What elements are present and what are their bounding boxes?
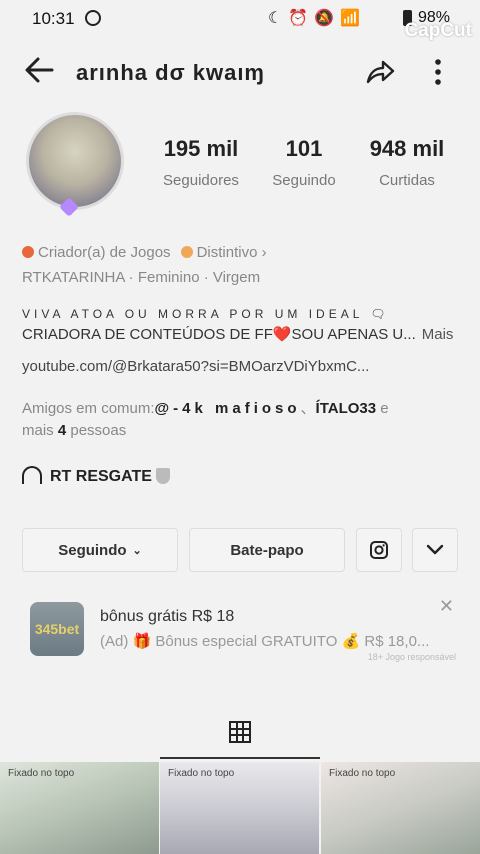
profile-header: arınha dσ kwaıɱ	[0, 50, 480, 94]
chat-button-label: Bate-papo	[230, 541, 304, 559]
grid-tab-icon[interactable]	[228, 720, 252, 744]
video-thumbnail-3[interactable]: Fixado no topo	[321, 762, 480, 854]
instagram-button[interactable]	[356, 528, 402, 572]
mutual-separator: 、	[300, 400, 316, 417]
whatsapp-icon	[85, 10, 101, 26]
stat-likes[interactable]: 948 mil Curtidas	[364, 136, 450, 189]
profile-avatar[interactable]	[26, 112, 124, 210]
pinned-label: Fixado no topo	[168, 768, 235, 779]
following-button-label: Seguindo	[58, 541, 127, 559]
chevron-down-icon	[426, 544, 444, 555]
more-options-icon[interactable]	[428, 54, 448, 90]
video-thumbnail-2[interactable]: Fixado no topo	[160, 762, 319, 854]
bio-more-link[interactable]: Mais	[422, 326, 454, 343]
shield-icon	[155, 468, 170, 484]
status-time: 10:31	[32, 9, 75, 28]
creator-info: Criador(a) de Jogos Distintivo ›	[22, 244, 267, 261]
followers-count: 195 mil	[163, 136, 239, 161]
mutual-suffix: e	[376, 400, 389, 417]
active-tab-indicator	[160, 757, 320, 759]
chevron-down-icon: ⌄	[132, 544, 142, 557]
ad-title: bônus grátis R$ 18	[100, 608, 235, 625]
mutual-count: 4	[57, 422, 67, 439]
likes-count: 948 mil	[369, 136, 445, 161]
mutual-prefix: Amigos em comum:	[22, 400, 155, 417]
capcut-watermark: CapCut	[404, 20, 472, 41]
ad-logo: 345bet	[30, 602, 84, 656]
ad-card[interactable]: 345bet bônus grátis R$ 18 (Ad) 🎁 Bônus e…	[18, 590, 462, 666]
back-arrow-icon[interactable]	[20, 50, 60, 90]
mutual-more-prefix: mais	[22, 422, 58, 439]
likes-label: Curtidas	[379, 172, 435, 189]
close-icon[interactable]: ✕	[439, 596, 454, 617]
following-label: Seguindo	[272, 172, 336, 189]
creator-category[interactable]: Criador(a) de Jogos	[38, 244, 171, 261]
pinned-label: Fixado no topo	[329, 768, 396, 779]
group-name: RT RESGATE	[50, 468, 152, 485]
chat-button[interactable]: Bate-papo	[189, 528, 345, 572]
creator-badge-icon	[22, 246, 34, 258]
ad-disclaimer: 18+ Jogo responsável	[367, 652, 456, 662]
video-thumbnail-1[interactable]: Fixado no topo	[0, 762, 159, 854]
mutual-friend-1: @-4k mafioso	[154, 400, 301, 417]
group-icon	[22, 466, 42, 484]
share-icon[interactable]	[362, 54, 398, 90]
followers-label: Seguidores	[163, 172, 239, 189]
profile-link[interactable]: youtube.com/@Brkatara50?si=BMOarzVDiYbxm…	[22, 358, 369, 375]
stat-following[interactable]: 101 Seguindo	[266, 136, 342, 189]
pinned-label: Fixado no topo	[8, 768, 75, 779]
bio-line-1: VIVA ATOA OU MORRA POR UM IDEAL 🗨	[22, 307, 390, 321]
mutual-more-suffix: pessoas	[66, 422, 127, 439]
bio-line-2: CRIADORA DE CONTEÚDOS DE FF❤️SOU APENAS …	[22, 325, 453, 343]
following-button[interactable]: Seguindo ⌄	[22, 528, 178, 572]
mutual-friends[interactable]: Amigos em comum:@-4k mafioso、ÍTALO33 e m…	[22, 398, 462, 442]
profile-meta: RTKATARINHA · Feminino · Virgem	[22, 269, 261, 286]
expand-button[interactable]	[412, 528, 458, 572]
ad-subtitle: (Ad) 🎁 Bônus especial GRATUITO 💰 R$ 18,0…	[100, 633, 430, 650]
bio-text: CRIADORA DE CONTEÚDOS DE FF❤️SOU APENAS …	[22, 326, 416, 343]
chevron-right-icon: ›	[257, 244, 267, 261]
following-count: 101	[285, 136, 323, 161]
group-link[interactable]: RT RESGATE	[22, 466, 170, 486]
badge-link[interactable]: Distintivo	[197, 244, 258, 261]
badge-icon	[180, 246, 193, 258]
stat-followers[interactable]: 195 mil Seguidores	[158, 136, 244, 189]
mutual-friend-2: ÍTALO33	[315, 400, 377, 417]
status-icons: ☾⏰🔕📶	[268, 10, 367, 27]
instagram-icon	[370, 541, 388, 559]
profile-username: arınha dσ kwaıɱ	[76, 60, 265, 85]
